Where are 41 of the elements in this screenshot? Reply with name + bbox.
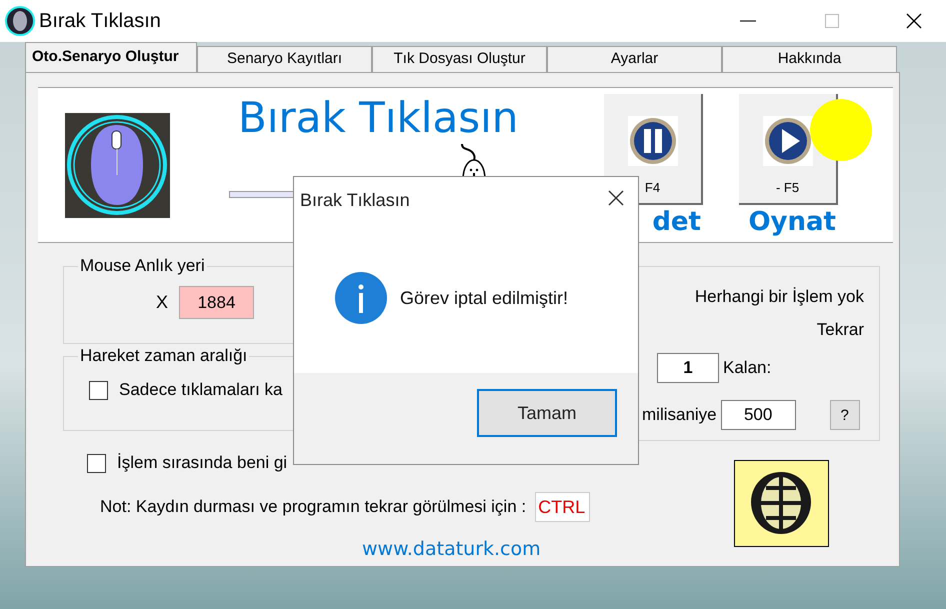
repeat-count-field[interactable]: 1 — [657, 353, 719, 383]
status-dot-overlay — [810, 99, 872, 161]
group-title: Hareket zaman aralığı — [79, 346, 248, 366]
field-label: Kalan: — [723, 358, 772, 378]
button-caption: det — [652, 207, 701, 237]
help-button[interactable]: ? — [830, 400, 860, 430]
tab[interactable]: Senaryo Kayıtları — [197, 46, 372, 72]
tab[interactable]: Hakkında — [722, 46, 897, 72]
mouse-logo-icon — [65, 113, 170, 218]
field-label: milisaniye — [642, 405, 717, 425]
play-icon — [762, 116, 812, 166]
tab[interactable]: Ayarlar — [547, 46, 722, 72]
tab[interactable]: Oto.Senaryo Oluştur — [25, 42, 197, 72]
note-text: Not: Kaydın durması ve programın tekrar görülmesi için : — [100, 497, 526, 517]
ok-button[interactable]: Tamam — [477, 389, 617, 437]
window-title: Bırak Tıklasın — [39, 10, 161, 32]
status-text: Tekrar — [816, 320, 864, 340]
minimize-icon — [740, 20, 756, 22]
interval-field[interactable]: 500 — [720, 400, 796, 430]
key-field: CTRL — [535, 492, 590, 522]
checkbox[interactable] — [87, 454, 106, 472]
dialog-title: Bırak Tıklasın — [300, 190, 410, 211]
group-title: Mouse Anlık yeri — [79, 256, 206, 276]
checkbox-label: İşlem sırasında beni gi — [117, 453, 288, 473]
tab[interactable]: Tık Dosyası Oluştur — [372, 46, 547, 72]
coordinate-field: 1884 — [179, 286, 254, 319]
pause-button[interactable]: F4 — [604, 94, 703, 205]
close-icon — [904, 11, 924, 31]
app-icon — [5, 6, 35, 36]
checkbox-label: Sadece tıklamaları ka — [119, 380, 282, 400]
status-text: Herhangi bir İşlem yok — [694, 287, 864, 307]
maximize-icon — [822, 11, 842, 31]
app-title: Bırak Tıklasın — [237, 93, 520, 142]
button-caption: Oynat — [748, 207, 836, 237]
dialog-message: Görev iptal edilmiştir! — [400, 288, 568, 308]
website-link[interactable]: www.dataturk.com — [362, 538, 541, 560]
pause-icon — [628, 116, 678, 166]
axis-label: X — [156, 292, 170, 313]
checkbox[interactable] — [89, 380, 108, 400]
info-icon — [335, 272, 387, 324]
close-icon — [606, 188, 626, 208]
